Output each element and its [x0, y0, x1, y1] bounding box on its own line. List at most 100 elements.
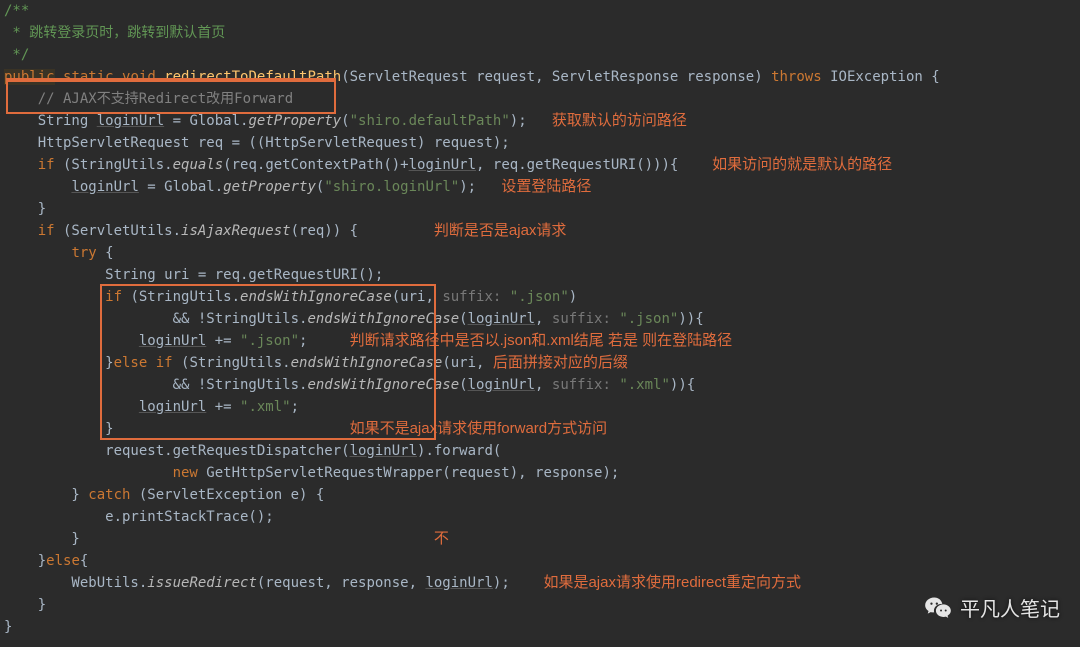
t: ).forward(: [417, 443, 501, 459]
method-params: (ServletRequest request, ServletResponse…: [341, 69, 762, 85]
brace: }: [4, 597, 46, 613]
req-decl: HttpServletRequest req = ((HttpServletRe…: [4, 135, 510, 151]
brace: }: [4, 201, 46, 217]
hint-suffix: suffix:: [552, 311, 619, 327]
ann-not-ajax-fwd: 如果不是ajax请求使用forward方式访问: [350, 420, 608, 437]
t: [4, 245, 71, 261]
print-stack: e.printStackTrace();: [4, 509, 274, 525]
ann-suffix-2: 后面拼接对应的后缀: [493, 354, 628, 371]
str-json: ".json": [240, 333, 299, 349]
kw-if: if: [105, 289, 122, 305]
t: && !StringUtils.: [4, 377, 307, 393]
t: +=: [206, 399, 240, 415]
var-loginUrl: loginUrl: [468, 311, 535, 327]
kw-else: else: [46, 553, 80, 569]
t: (ServletUtils.: [55, 223, 181, 239]
t: )){: [678, 311, 703, 327]
var-loginUrl: loginUrl: [139, 333, 206, 349]
watermark-text: 平凡人笔记: [960, 593, 1060, 622]
m-endswith: endsWithIgnoreCase: [240, 289, 392, 305]
throws-type: IOException {: [830, 69, 940, 85]
m-isAjax: isAjaxRequest: [181, 223, 291, 239]
kw-public: public: [4, 69, 55, 85]
t: (: [459, 377, 467, 393]
var-loginUrl: loginUrl: [409, 157, 476, 173]
t: {: [80, 553, 88, 569]
t: && !StringUtils.: [4, 311, 307, 327]
t: );: [459, 179, 476, 195]
t: (req.getContextPath()+: [223, 157, 408, 173]
ann-default-path: 获取默认的访问路径: [552, 112, 687, 129]
t: (uri,: [392, 289, 443, 305]
t: (req)) {: [291, 223, 358, 239]
t: GetHttpServletRequestWrapper(request), r…: [198, 465, 619, 481]
m-getProperty: getProperty: [223, 179, 316, 195]
kw-catch: catch: [88, 487, 130, 503]
t: (request, response,: [257, 575, 426, 591]
t: (: [459, 311, 467, 327]
t: );: [510, 113, 527, 129]
var-loginUrl: loginUrl: [139, 399, 206, 415]
brace: }: [4, 421, 114, 437]
kw-throws: throws: [771, 69, 822, 85]
kw-void: void: [122, 69, 156, 85]
wechat-icon: [924, 594, 952, 622]
var-loginUrl: loginUrl: [350, 443, 417, 459]
m-issueRedirect: issueRedirect: [147, 575, 257, 591]
javadoc-line: * 跳转登录页时，跳转到默认首页: [4, 25, 225, 41]
hint-suffix: suffix:: [552, 377, 619, 393]
brace: }: [4, 531, 80, 547]
javadoc-close: */: [4, 47, 29, 63]
t: [4, 289, 105, 305]
ann-suffix-1: 判断请求路径中是否以.json和.xml结尾 若是 则在登陆路径: [350, 332, 733, 349]
t: = Global.: [164, 113, 248, 129]
t: [4, 465, 173, 481]
t: , req.getRequestURI())){: [476, 157, 678, 173]
hint-suffix: suffix:: [442, 289, 509, 305]
m-endswith: endsWithIgnoreCase: [291, 355, 443, 371]
watermark: 平凡人笔记: [924, 593, 1060, 622]
t: = Global.: [139, 179, 223, 195]
str-json: ".json": [510, 289, 569, 305]
m-endswith: endsWithIgnoreCase: [307, 377, 459, 393]
method-name: redirectToDefaultPath: [164, 69, 341, 85]
t: (StringUtils.: [55, 157, 173, 173]
ann-if-default: 如果访问的就是默认的路径: [712, 156, 892, 173]
var-loginUrl: loginUrl: [425, 575, 492, 591]
var-loginUrl: loginUrl: [468, 377, 535, 393]
javadoc-open: /**: [4, 3, 29, 19]
ann-bu: 不: [434, 530, 449, 547]
t: ,: [535, 311, 552, 327]
str-xml: ".xml": [619, 377, 670, 393]
t: ,: [535, 377, 552, 393]
t: [4, 399, 139, 415]
kw-if: if: [38, 223, 55, 239]
t: (uri,: [442, 355, 493, 371]
kw-new: new: [173, 465, 198, 481]
kw-if: if: [38, 157, 55, 173]
str-json: ".json": [619, 311, 678, 327]
t: (StringUtils.: [173, 355, 291, 371]
str-loginUrl: "shiro.loginUrl": [324, 179, 459, 195]
t: ): [569, 289, 577, 305]
uri-decl: String uri = req.getRequestURI();: [4, 267, 383, 283]
t: (StringUtils.: [122, 289, 240, 305]
t: {: [97, 245, 114, 261]
t: ;: [291, 399, 299, 415]
ann-redirect: 如果是ajax请求使用redirect重定向方式: [543, 574, 801, 591]
t: +=: [206, 333, 240, 349]
kw-try: try: [71, 245, 96, 261]
t: WebUtils.: [4, 575, 147, 591]
t: [4, 157, 38, 173]
t: String: [4, 113, 97, 129]
t: )){: [670, 377, 695, 393]
var-loginUrl: loginUrl: [71, 179, 138, 195]
t: }: [4, 553, 46, 569]
m-endswith: endsWithIgnoreCase: [307, 311, 459, 327]
comment-ajax: // AJAX不支持Redirect改用Forward: [4, 91, 293, 107]
brace: }: [4, 619, 12, 635]
code-editor[interactable]: /** * 跳转登录页时，跳转到默认首页 */ public static vo…: [0, 0, 1080, 638]
kw-static: static: [63, 69, 114, 85]
t: }: [4, 487, 88, 503]
t: ;: [299, 333, 307, 349]
